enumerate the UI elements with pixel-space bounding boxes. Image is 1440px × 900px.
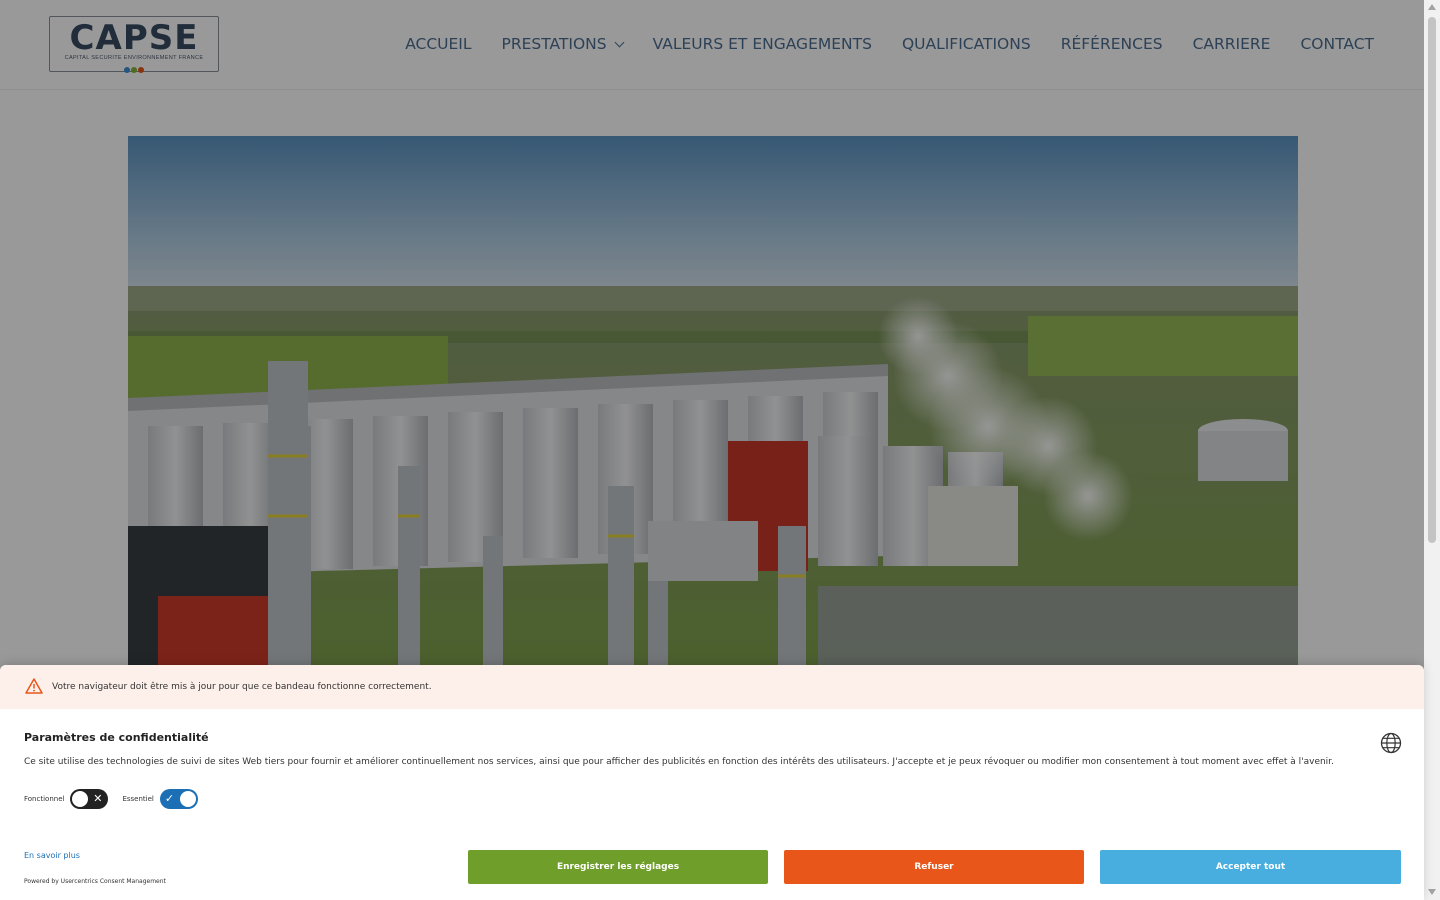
close-icon: ✕ <box>93 792 103 805</box>
scroll-down-arrow-icon[interactable] <box>1428 889 1436 895</box>
toggle-label-essentiel: Essentiel <box>122 795 154 803</box>
save-settings-button[interactable]: Enregistrer les réglages <box>468 850 768 884</box>
learn-more-link[interactable]: En savoir plus <box>24 851 80 860</box>
toggle-fonctionnel[interactable]: ✕ <box>70 789 109 809</box>
warning-triangle-icon <box>25 678 43 694</box>
browser-warning-bar: Votre navigateur doit être mis à jour po… <box>0 665 1424 709</box>
checkmark-icon: ✓ <box>164 792 175 805</box>
toggle-label-fonctionnel: Fonctionnel <box>24 795 65 803</box>
accept-all-button[interactable]: Accepter tout <box>1100 850 1401 884</box>
refuse-button[interactable]: Refuser <box>784 850 1084 884</box>
scroll-up-arrow-icon[interactable] <box>1428 4 1436 10</box>
browser-warning-text: Votre navigateur doit être mis à jour po… <box>52 682 432 692</box>
cookie-consent-banner: Votre navigateur doit être mis à jour po… <box>0 665 1424 900</box>
toggle-knob <box>179 791 196 807</box>
scrollbar-thumb[interactable] <box>1428 17 1436 543</box>
vertical-scrollbar[interactable] <box>1424 0 1440 900</box>
toggle-essentiel[interactable]: ✓ <box>159 789 198 809</box>
powered-by-text: Powered by Usercentrics Consent Manageme… <box>24 878 166 885</box>
toggle-knob <box>72 791 89 807</box>
consent-description: Ce site utilise des technologies de suiv… <box>24 757 1334 767</box>
consent-title: Paramètres de confidentialité <box>24 731 209 744</box>
consent-toggles: Fonctionnel ✕ Essentiel ✓ <box>24 789 212 809</box>
globe-icon[interactable] <box>1380 732 1402 754</box>
